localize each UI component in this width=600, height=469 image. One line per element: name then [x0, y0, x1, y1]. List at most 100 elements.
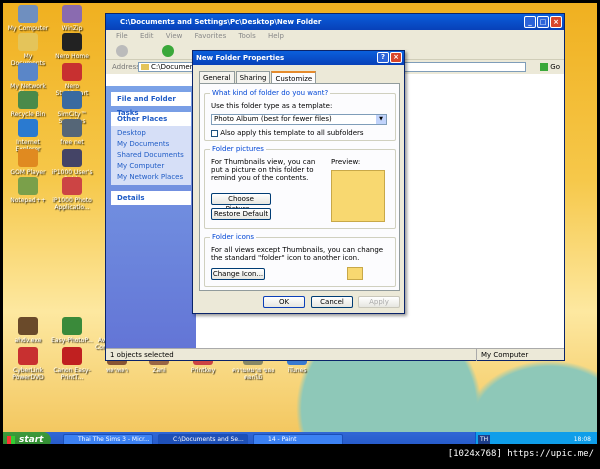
file-folder-tasks-panel[interactable]: File and Folder Tasks: [111, 92, 191, 117]
desktop-icon-image: [18, 33, 38, 51]
explorer-title-bar[interactable]: C:\Documents and Settings\Pc\Desktop\New…: [106, 14, 564, 30]
desktop-icon[interactable]: iP1000 Photo Applicatio...: [50, 177, 94, 211]
maximize-button[interactable]: □: [537, 16, 549, 28]
tab-sharing[interactable]: Sharing: [235, 71, 271, 83]
desktop-icon[interactable]: ahdv.exe: [6, 317, 50, 344]
details-header[interactable]: Details: [111, 191, 191, 205]
taskbar: start Thai The Sims 3 - Micr... C:\Docum…: [3, 432, 597, 444]
menu-view[interactable]: View: [166, 32, 183, 40]
desktop-icon-label: Easy-PhotoP...: [51, 337, 93, 344]
tasks-header[interactable]: File and Folder Tasks: [111, 92, 191, 117]
desktop-icon[interactable]: Internet Explorer: [6, 119, 50, 153]
desktop-icon-image: [62, 33, 82, 51]
folder-icons-group: Folder icons For all views except Thumbn…: [204, 233, 396, 287]
start-button[interactable]: start: [3, 432, 51, 444]
desktop-icon-image: [18, 5, 38, 23]
details-panel[interactable]: Details: [111, 191, 191, 205]
dialog-title-bar[interactable]: New Folder Properties ? ×: [193, 51, 404, 65]
template-select[interactable]: Photo Album (best for fewer files) ▼: [211, 114, 387, 125]
desktop-icon[interactable]: Notepad++: [6, 177, 50, 204]
place-my-documents[interactable]: My Documents: [117, 139, 185, 150]
menu-favorites[interactable]: Favorites: [195, 32, 227, 40]
change-icon-button[interactable]: Change Icon...: [211, 268, 265, 280]
desktop-icon[interactable]: My Documents: [6, 33, 50, 67]
tab-general[interactable]: General: [199, 71, 235, 83]
subfolders-checkbox[interactable]: [211, 129, 218, 137]
task-paint[interactable]: 14 - Paint: [253, 434, 343, 444]
desktop-icon-label: Nero Home: [55, 53, 89, 60]
cancel-button[interactable]: Cancel: [311, 296, 353, 308]
desktop-icon[interactable]: CyberLink PowerDVD: [6, 347, 50, 381]
apply-button[interactable]: Apply: [358, 296, 400, 308]
ok-button[interactable]: OK: [263, 296, 305, 308]
template-label: Use this folder type as a template:: [211, 102, 333, 110]
subfolders-option[interactable]: Also apply this template to all subfolde…: [211, 129, 364, 137]
task-sims[interactable]: Thai The Sims 3 - Micr...: [63, 434, 153, 444]
status-bar: 1 objects selected My Computer: [106, 348, 564, 361]
desktop-icon[interactable]: My Computer: [6, 5, 50, 32]
template-value: Photo Album (best for fewer files): [214, 115, 332, 123]
chevron-down-icon[interactable]: ▼: [376, 115, 386, 124]
restore-default-button[interactable]: Restore Default: [211, 208, 271, 220]
desktop-icon[interactable]: WinZip: [50, 5, 94, 32]
folder-type-group-label: What kind of folder do you want?: [210, 89, 331, 97]
desktop-icon-label: Recycle Bin: [10, 111, 46, 118]
desktop-icon-label: ความหมาย ของดอกไม้: [231, 367, 275, 381]
dialog-title: New Folder Properties: [196, 54, 285, 62]
folder-icons-group-label: Folder icons: [210, 233, 257, 241]
desktop-icon-label: CyberLink PowerDVD: [12, 367, 44, 381]
close-button[interactable]: ×: [550, 16, 562, 28]
windows-logo-icon: [7, 436, 15, 444]
status-left: 1 objects selected: [110, 351, 174, 359]
places-list: Desktop My Documents Shared Documents My…: [111, 126, 191, 185]
image-credit: [1024x768] https://upic.me/: [447, 449, 594, 459]
desktop-icon-label: GOM Player: [10, 169, 46, 176]
folder-icon: [141, 64, 149, 70]
place-my-network-places[interactable]: My Network Places: [117, 172, 185, 183]
back-icon[interactable]: [116, 45, 128, 57]
desktop-icon-image: [62, 119, 82, 137]
dialog-close-button[interactable]: ×: [390, 52, 402, 63]
desktop-icon-label: Notepad++: [10, 197, 46, 204]
dialog-tabs: General Sharing Customize: [199, 71, 317, 84]
desktop-icon[interactable]: Nero Home: [50, 33, 94, 60]
desktop-icon[interactable]: free net: [50, 119, 94, 146]
address-label: Address: [112, 63, 140, 71]
desktop-icon-label: My Computer: [7, 25, 49, 32]
choose-picture-button[interactable]: Choose Picture...: [211, 193, 271, 213]
place-shared-documents[interactable]: Shared Documents: [117, 150, 185, 161]
desktop-icon-image: [62, 347, 82, 365]
menu-bar: File Edit View Favorites Tools Help: [106, 30, 564, 42]
place-my-computer[interactable]: My Computer: [117, 161, 185, 172]
menu-edit[interactable]: Edit: [140, 32, 154, 40]
desktop-icon[interactable]: Easy-PhotoP...: [50, 317, 94, 344]
desktop-icon-image: [18, 91, 38, 109]
places-header[interactable]: Other Places: [111, 112, 191, 126]
menu-file[interactable]: File: [116, 32, 128, 40]
minimize-button[interactable]: _: [524, 16, 536, 28]
go-label: Go: [550, 63, 560, 71]
desktop-icon[interactable]: Recycle Bin: [6, 91, 50, 118]
desktop-icon-image: [62, 5, 82, 23]
clock[interactable]: 18:08: [574, 436, 591, 443]
desktop-icon[interactable]: GOM Player: [6, 149, 50, 176]
menu-help[interactable]: Help: [268, 32, 284, 40]
properties-dialog[interactable]: New Folder Properties ? × General Sharin…: [192, 50, 405, 314]
task-explorer[interactable]: C:\Documents and Se...: [158, 434, 248, 444]
desktop-icon[interactable]: Canon Easy-PrintT...: [50, 347, 94, 381]
help-button[interactable]: ?: [377, 52, 389, 63]
language-indicator[interactable]: TH: [478, 435, 491, 444]
place-desktop[interactable]: Desktop: [117, 128, 185, 139]
forward-icon[interactable]: [162, 45, 174, 57]
desktop-icon-image: [18, 317, 38, 335]
customize-tab-body: What kind of folder do you want? Use thi…: [199, 83, 400, 291]
go-button[interactable]: Go: [540, 60, 560, 74]
desktop-icon-label: free net: [60, 139, 84, 146]
subfolders-label: Also apply this template to all subfolde…: [220, 129, 364, 137]
menu-tools[interactable]: Tools: [238, 32, 255, 40]
desktop-icon-image: [18, 177, 38, 195]
folder-pictures-group: Folder pictures For Thumbnails view, you…: [204, 145, 396, 229]
desktop-icon-image: [18, 63, 38, 81]
desktop-icon-image: [62, 177, 82, 195]
folder-icon: [347, 267, 363, 280]
